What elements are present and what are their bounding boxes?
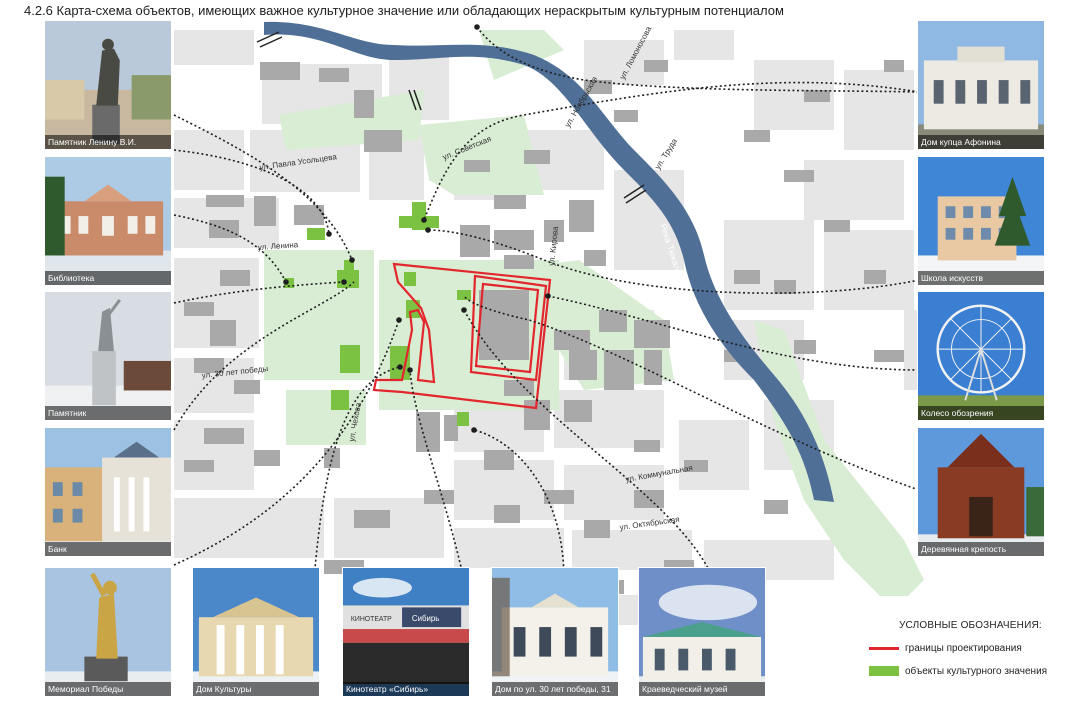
- photo-art-school[interactable]: Школа искусств: [917, 156, 1045, 286]
- legend-title: УСЛОВНЫЕ ОБОЗНАЧЕНИЯ:: [899, 620, 1042, 631]
- house-31-image: [492, 568, 618, 696]
- photo-caption: Дом купца Афонина: [918, 135, 1044, 149]
- ferris-wheel-image: [918, 292, 1044, 420]
- legend-culture-label: объекты культурного значения: [905, 666, 1048, 677]
- photo-caption: Дом Культуры: [193, 682, 319, 696]
- photo-afonin-house[interactable]: Дом купца Афонина: [917, 20, 1045, 150]
- photo-local-museum[interactable]: Краеведческий музей: [638, 567, 766, 697]
- photo-culture-house[interactable]: Дом Культуры: [192, 567, 320, 697]
- wooden-fortress-image: [918, 428, 1044, 556]
- art-school-image: [918, 157, 1044, 285]
- library-image: [45, 157, 171, 285]
- monument-image: [45, 292, 171, 420]
- photo-caption: Памятник Ленину В.И.: [45, 135, 171, 149]
- photo-caption: Кинотеатр «Сибирь»: [343, 682, 469, 696]
- afonin-house-image: [918, 21, 1044, 149]
- cinema-sign-top: КИНОТЕАТР: [351, 616, 392, 623]
- photo-caption: Деревянная крепость: [918, 542, 1044, 556]
- cinema-sign-name: Сибирь: [412, 614, 439, 623]
- page-title: 4.2.6 Карта-схема объектов, имеющих важн…: [24, 3, 784, 18]
- culture-swatch: [869, 666, 899, 677]
- photo-wooden-fortress[interactable]: Деревянная крепость: [917, 427, 1045, 557]
- boundary-swatch: [869, 646, 899, 650]
- bank-image: [45, 428, 171, 556]
- photo-ferris-wheel[interactable]: Колесо обозрения: [917, 291, 1045, 421]
- photo-caption: Колесо обозрения: [918, 406, 1044, 420]
- culture-house-image: [193, 568, 319, 696]
- photo-caption: Памятник: [45, 406, 171, 420]
- victory-memorial-image: [45, 568, 171, 696]
- museum-image: [639, 568, 765, 696]
- photo-caption: Библиотека: [45, 271, 171, 285]
- photo-victory-memorial[interactable]: Мемориал Победы: [44, 567, 172, 697]
- photo-house-31[interactable]: Дом по ул. 30 лет победы, 31: [491, 567, 619, 697]
- photo-caption: Мемориал Победы: [45, 682, 171, 696]
- photo-caption: Школа искусств: [918, 271, 1044, 285]
- photo-bank[interactable]: Банк: [44, 427, 172, 557]
- map-legend: УСЛОВНЫЕ ОБОЗНАЧЕНИЯ: границы проектиров…: [851, 596, 1065, 704]
- legend-item-boundary: границы проектирования: [869, 643, 1022, 654]
- photo-caption: Банк: [45, 542, 171, 556]
- cinema-image: КИНОТЕАТР Сибирь: [343, 568, 469, 696]
- photo-caption: Дом по ул. 30 лет победы, 31: [492, 682, 618, 696]
- photo-caption: Краеведческий музей: [639, 682, 765, 696]
- photo-lenin-monument[interactable]: Памятник Ленину В.И.: [44, 20, 172, 150]
- photo-library[interactable]: Библиотека: [44, 156, 172, 286]
- lenin-monument-image: [45, 21, 171, 149]
- photo-monument[interactable]: Памятник: [44, 291, 172, 421]
- legend-boundary-label: границы проектирования: [905, 643, 1022, 654]
- photo-cinema-sibir[interactable]: КИНОТЕАТР Сибирь Кинотеатр «Сибирь»: [342, 567, 470, 697]
- legend-item-culture: объекты культурного значения: [869, 666, 1047, 677]
